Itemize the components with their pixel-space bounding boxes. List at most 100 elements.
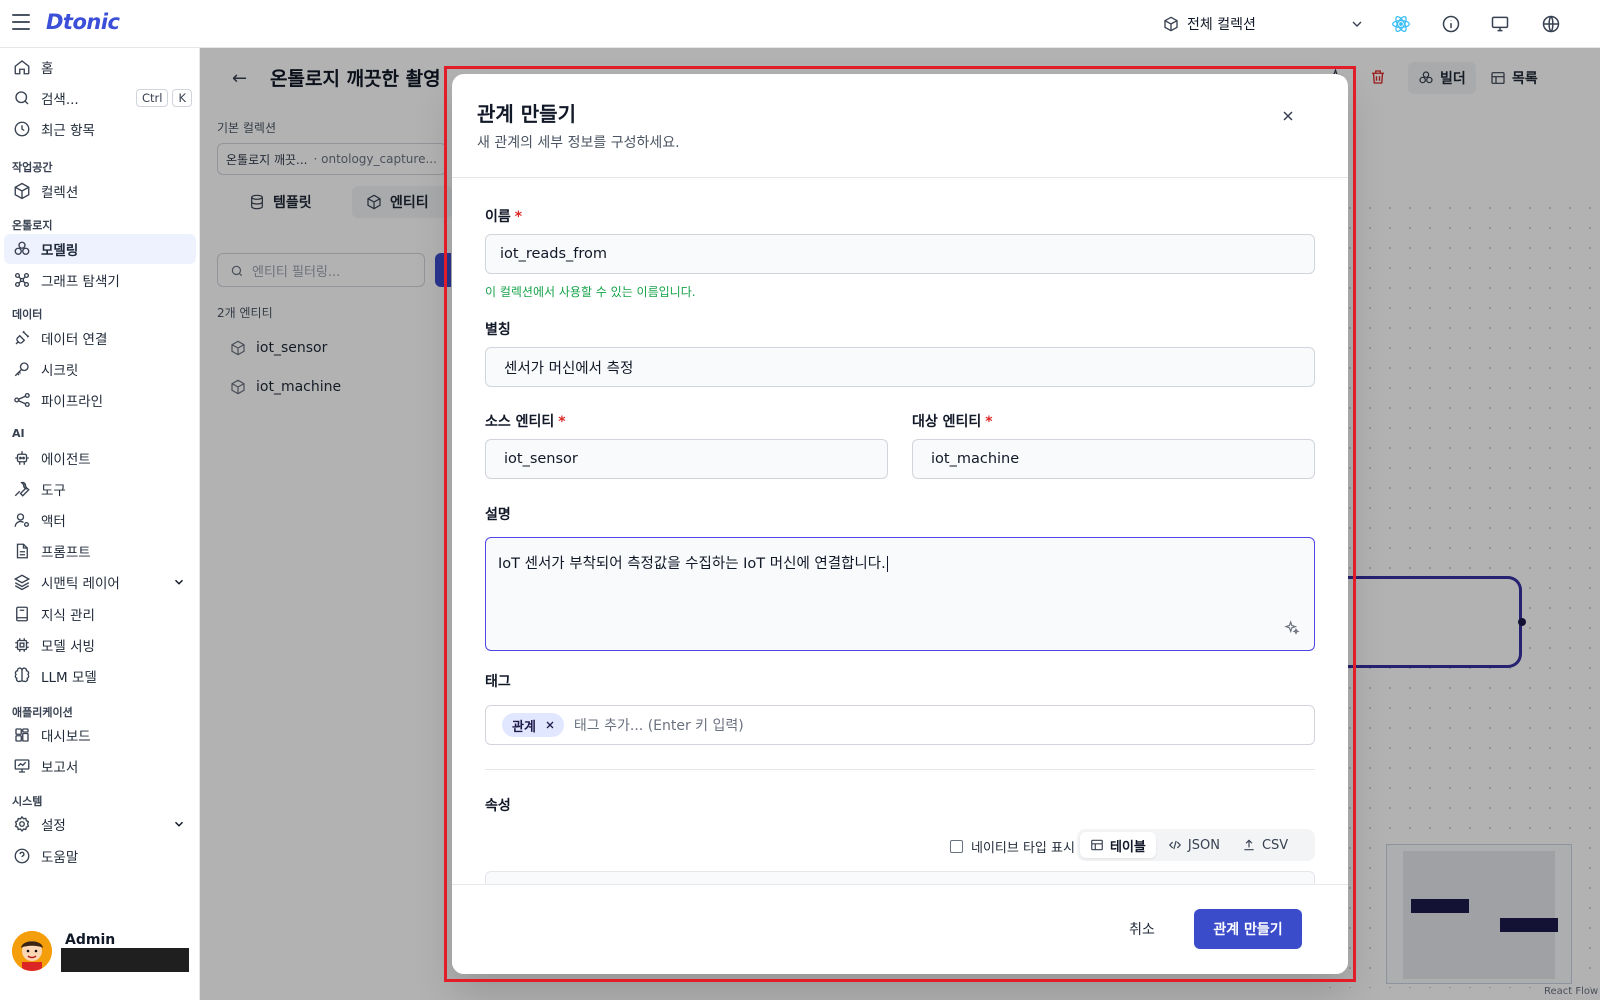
source-entity-select[interactable]: iot_sensor <box>485 439 888 479</box>
sidebar-item-secrets[interactable]: 시크릿 <box>4 354 196 384</box>
circles-icon <box>14 241 30 255</box>
sidebar-item-prompt[interactable]: 프롬프트 <box>4 536 196 566</box>
graph-icon <box>14 272 30 288</box>
sidebar-item-label: 도움말 <box>41 850 79 866</box>
user-profile[interactable]: Admin <box>10 925 196 991</box>
alias-field-value: 센서가 머신에서 측정 <box>504 360 634 377</box>
user-gear-icon <box>14 513 30 528</box>
dialog-divider <box>452 177 1348 178</box>
cube-icon <box>1164 16 1178 32</box>
close-button[interactable] <box>1276 104 1300 128</box>
name-label: 이름 * <box>485 206 522 226</box>
sidebar-item-agent[interactable]: 에이전트 <box>4 443 196 473</box>
info-icon[interactable] <box>1441 14 1461 34</box>
sidebar-item-home[interactable]: 홈 <box>4 52 196 82</box>
sidebar-item-modeling[interactable]: 모델링 <box>4 234 196 264</box>
create-relation-button[interactable]: 관계 만들기 <box>1194 909 1302 949</box>
view-mode-table[interactable]: 테이블 <box>1080 832 1156 858</box>
sidebar-item-semantic-layer[interactable]: 시맨틱 레이어 <box>4 567 196 597</box>
sidebar-item-graph-explorer[interactable]: 그래프 탐색기 <box>4 265 196 295</box>
sidebar-item-help[interactable]: 도움말 <box>4 841 196 871</box>
section-divider <box>485 769 1315 770</box>
section-system: 시스템 <box>12 795 43 808</box>
sidebar-item-label: 파이프라인 <box>41 394 104 410</box>
section-data: 데이터 <box>12 308 43 321</box>
clock-icon <box>14 121 30 137</box>
presentation-icon <box>14 759 30 773</box>
source-entity-label-text: 소스 엔티티 <box>485 414 555 430</box>
kbd-k: K <box>172 89 192 107</box>
tag-chip-label: 관계 <box>512 719 536 735</box>
avatar <box>12 931 52 971</box>
dialog-title: 관계 만들기 <box>477 102 576 126</box>
sidebar-item-label: 컬렉션 <box>41 185 79 201</box>
code-icon <box>1168 840 1181 850</box>
kbd-ctrl: Ctrl <box>135 89 169 107</box>
gear-icon <box>14 815 30 833</box>
search-shortcut: Ctrl K <box>135 89 192 107</box>
sidebar-item-label: 지식 관리 <box>41 608 95 624</box>
sidebar-item-label: LLM 모델 <box>41 670 97 686</box>
view-mode-toggle: 테이블 JSON CSV <box>1077 829 1315 861</box>
sidebar-item-dashboard[interactable]: 대시보드 <box>4 720 196 750</box>
create-relation-dialog: 관계 만들기 새 관계의 세부 정보를 구성하세요. 이름 * iot_reads… <box>452 74 1348 974</box>
sidebar-item-label: 검색... <box>41 92 79 108</box>
tag-input-placeholder[interactable]: 태그 추가... (Enter 키 입력) <box>574 715 744 735</box>
sidebar-item-llm-model[interactable]: LLM 모델 <box>4 661 196 691</box>
sidebar-item-data-connection[interactable]: 데이터 연결 <box>4 323 196 353</box>
sidebar-item-collection[interactable]: 컬렉션 <box>4 176 196 206</box>
ai-sparkle-icon[interactable] <box>1284 620 1300 636</box>
sidebar-item-label: 그래프 탐색기 <box>41 274 120 290</box>
source-entity-label: 소스 엔티티 * <box>485 411 566 431</box>
tag-chip: 관계 <box>502 713 564 737</box>
app-logo[interactable]: Dtonic <box>46 10 120 34</box>
collection-selector[interactable]: 전체 컬렉션 <box>1163 12 1365 36</box>
alias-label: 별칭 <box>485 322 511 338</box>
chip-icon <box>15 638 29 652</box>
dashboard-icon <box>15 728 29 742</box>
sidebar-item-report[interactable]: 보고서 <box>4 751 196 781</box>
alias-field[interactable]: 센서가 머신에서 측정 <box>485 347 1315 387</box>
native-type-toggle[interactable]: 네이티브 타입 표시 <box>950 837 1075 856</box>
sidebar-item-label: 대시보드 <box>41 729 91 745</box>
view-mode-json-label: JSON <box>1187 837 1220 853</box>
monitor-icon[interactable] <box>1490 14 1510 34</box>
react-icon[interactable] <box>1391 14 1411 34</box>
view-mode-json[interactable]: JSON <box>1158 832 1230 858</box>
section-ai: AI <box>12 427 25 440</box>
sidebar: 홈 검색... Ctrl K 최근 항목 작업공간 컬렉션 온톨로지 모델링 그… <box>0 48 200 1000</box>
sidebar-item-label: 도구 <box>41 483 66 499</box>
sidebar-item-knowledge[interactable]: 지식 관리 <box>4 599 196 629</box>
menu-icon[interactable] <box>12 14 30 30</box>
sidebar-item-tools[interactable]: 도구 <box>4 474 196 504</box>
target-entity-label-text: 대상 엔티티 <box>912 414 982 430</box>
search-icon <box>15 91 29 105</box>
brain-icon <box>14 667 30 683</box>
description-textarea[interactable]: IoT 센서가 부착되어 측정값을 수집하는 IoT 머신에 연결합니다. <box>485 537 1315 651</box>
sidebar-item-actor[interactable]: 액터 <box>4 505 196 535</box>
native-type-label: 네이티브 타입 표시 <box>971 841 1075 856</box>
collection-selector-label: 전체 컬렉션 <box>1187 17 1256 33</box>
view-mode-csv[interactable]: CSV <box>1232 832 1298 858</box>
sidebar-item-label: 설정 <box>41 818 66 834</box>
close-icon[interactable] <box>544 719 556 731</box>
sidebar-item-recent[interactable]: 최근 항목 <box>4 114 196 144</box>
globe-icon[interactable] <box>1541 14 1561 34</box>
wrench-icon <box>14 481 30 497</box>
tags-input[interactable]: 관계 태그 추가... (Enter 키 입력) <box>485 705 1315 745</box>
chevron-down-icon <box>174 821 184 827</box>
cancel-button[interactable]: 취소 <box>1106 909 1178 949</box>
sidebar-item-label: 에이전트 <box>41 452 91 468</box>
sidebar-item-label: 시크릿 <box>41 363 79 379</box>
sidebar-item-pipeline[interactable]: 파이프라인 <box>4 385 196 415</box>
native-type-checkbox[interactable] <box>950 840 963 853</box>
sidebar-item-search[interactable]: 검색... Ctrl K <box>4 83 196 113</box>
sidebar-item-settings[interactable]: 설정 <box>4 809 196 839</box>
layers-icon <box>13 574 31 591</box>
sidebar-item-model-serving[interactable]: 모델 서빙 <box>4 630 196 660</box>
share-icon <box>14 392 30 408</box>
target-entity-select[interactable]: iot_machine <box>912 439 1315 479</box>
name-availability-hint: 이 컬렉션에서 사용할 수 있는 이름입니다. <box>485 285 696 299</box>
name-field[interactable]: iot_reads_from <box>485 234 1315 274</box>
help-icon <box>14 848 30 864</box>
